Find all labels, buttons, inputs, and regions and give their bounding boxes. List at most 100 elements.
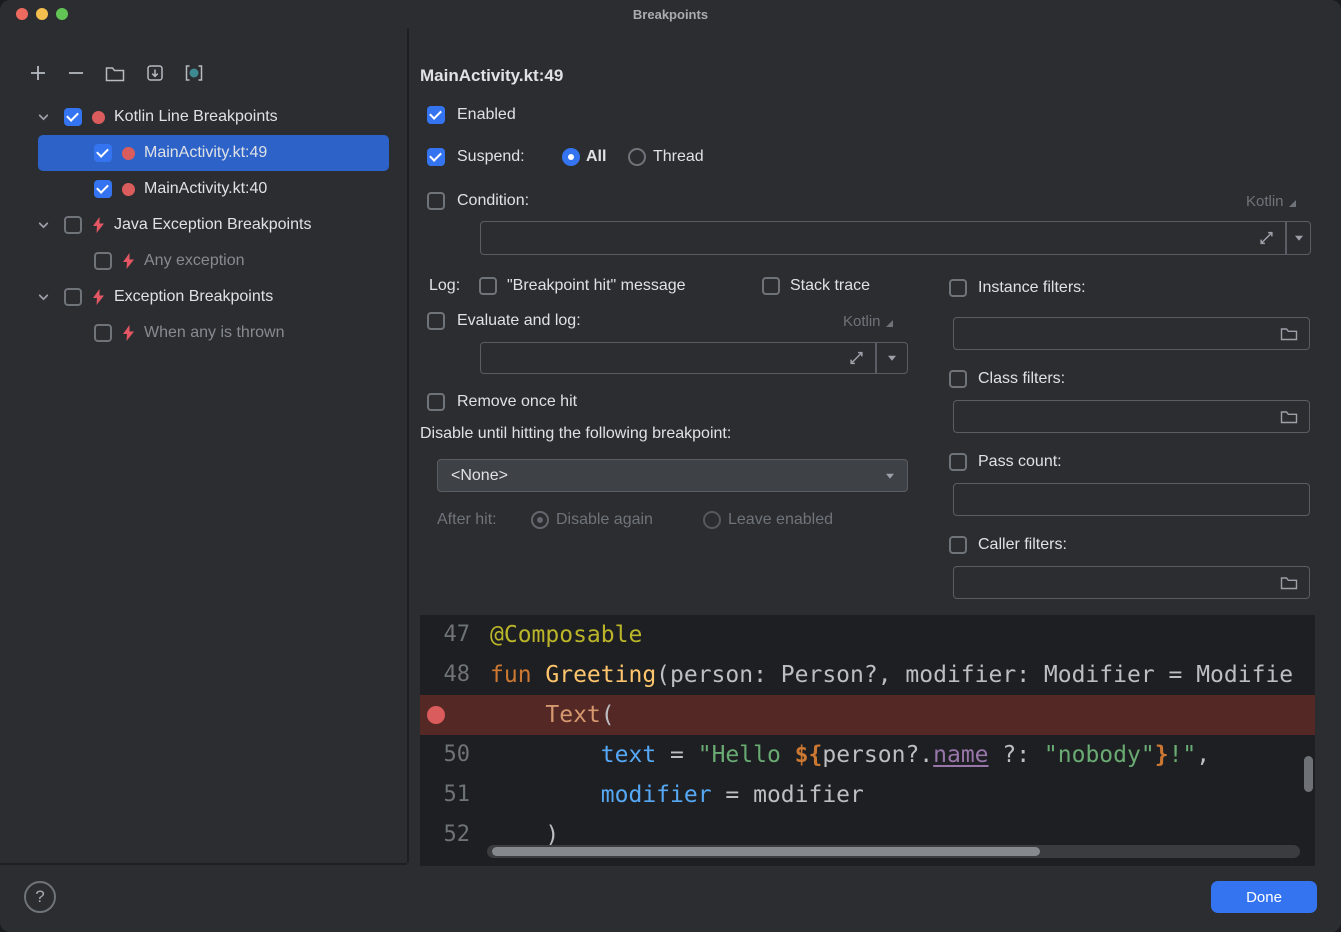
suspend-thread-label[interactable]: Thread [653, 148, 704, 166]
suspend-checkbox[interactable] [427, 148, 445, 166]
condition-input[interactable] [480, 221, 1286, 255]
disable-until-label: Disable until hitting the following brea… [420, 425, 731, 443]
breakpoints-dialog: Breakpoints Kotlin Line Breakpoints Main… [0, 0, 1341, 932]
caller-filters-checkbox[interactable] [949, 536, 967, 554]
chevron-down-icon [1295, 236, 1303, 241]
tree-item-exception-breakpoints[interactable]: Exception Breakpoints [16, 279, 398, 315]
enabled-checkbox[interactable] [427, 106, 445, 124]
suspend-label: Suspend: [457, 148, 525, 166]
suspend-all-radio[interactable] [562, 148, 580, 166]
evaluate-history-dropdown[interactable] [876, 342, 908, 374]
stack-trace-checkbox[interactable] [762, 277, 780, 295]
disable-until-dropdown[interactable]: <None> [437, 459, 908, 492]
tree-item-mainactivity-40[interactable]: MainActivity.kt:40 [16, 171, 398, 207]
pass-count-checkbox[interactable] [949, 453, 967, 471]
exception-breakpoint-icon [122, 325, 135, 341]
disable-again-radio[interactable] [531, 511, 549, 529]
evaluate-and-log-checkbox[interactable] [427, 312, 445, 330]
class-filters-label: Class filters: [978, 370, 1065, 388]
remove-breakpoint-button[interactable] [65, 62, 87, 84]
enabled-label: Enabled [457, 106, 516, 124]
leave-enabled-label: Leave enabled [728, 511, 833, 529]
tree-item-any-exception[interactable]: Any exception [16, 243, 398, 279]
help-button[interactable]: ? [24, 881, 56, 913]
evaluate-language-chooser[interactable]: Kotlin [843, 313, 893, 330]
line-number [420, 695, 486, 735]
line-number: 51 [420, 775, 486, 815]
suspend-all-label[interactable]: All [586, 148, 606, 166]
window-title: Breakpoints [0, 7, 1341, 22]
tree-item-label: MainActivity.kt:40 [144, 180, 267, 198]
panel-divider [0, 863, 407, 865]
done-button[interactable]: Done [1211, 881, 1317, 913]
code-line: 51 modifier = modifier [420, 775, 1315, 815]
code-text: fun Greeting(person: Person?, modifier: … [486, 655, 1293, 695]
chevron-down-icon[interactable] [36, 218, 50, 232]
suspend-thread-radio[interactable] [628, 148, 646, 166]
log-label: Log: [429, 277, 460, 295]
checkbox[interactable] [94, 324, 112, 342]
remove-once-hit-label: Remove once hit [457, 393, 577, 411]
caller-filters-input[interactable] [953, 566, 1310, 599]
checkbox[interactable] [64, 288, 82, 306]
condition-history-dropdown[interactable] [1286, 221, 1311, 255]
evaluate-and-log-label: Evaluate and log: [457, 312, 581, 330]
chevron-down-icon[interactable] [36, 290, 50, 304]
expand-editor-icon[interactable] [1259, 231, 1274, 246]
remove-once-hit-checkbox[interactable] [427, 393, 445, 411]
folder-icon[interactable] [1280, 326, 1298, 341]
line-number: 52 [420, 815, 486, 855]
corner-triangle-icon [1289, 200, 1296, 207]
move-into-group-button[interactable] [144, 62, 166, 84]
tree-item-mainactivity-49[interactable]: MainActivity.kt:49 [16, 135, 398, 171]
group-by-class-button[interactable] [183, 62, 205, 84]
disable-until-value: <None> [451, 467, 508, 485]
vertical-scrollbar[interactable] [1304, 756, 1313, 792]
disable-again-label: Disable again [556, 511, 653, 529]
checkbox[interactable] [94, 144, 112, 162]
tree-item-label: Kotlin Line Breakpoints [114, 108, 278, 126]
checkbox[interactable] [64, 216, 82, 234]
exception-breakpoint-icon [92, 217, 105, 233]
corner-triangle-icon [886, 320, 893, 327]
folder-icon[interactable] [1280, 575, 1298, 590]
tree-item-label: When any is thrown [144, 324, 285, 342]
group-by-folder-button[interactable] [104, 62, 126, 84]
tree-item-kotlin-line-breakpoints[interactable]: Kotlin Line Breakpoints [16, 99, 398, 135]
checkbox[interactable] [64, 108, 82, 126]
evaluate-input[interactable] [480, 342, 876, 374]
folder-icon[interactable] [1280, 409, 1298, 424]
tree-item-label: MainActivity.kt:49 [144, 144, 267, 162]
tree-item-when-any-is-thrown[interactable]: When any is thrown [16, 315, 398, 351]
code-text: Text( [486, 695, 615, 735]
leave-enabled-radio[interactable] [703, 511, 721, 529]
horizontal-scrollbar-thumb[interactable] [492, 847, 1040, 856]
class-filters-checkbox[interactable] [949, 370, 967, 388]
chevron-down-icon[interactable] [36, 110, 50, 124]
line-number: 48 [420, 655, 486, 695]
instance-filters-checkbox[interactable] [949, 279, 967, 297]
breakpoint-dot-icon[interactable] [427, 706, 445, 724]
code-preview: 47@Composable48fun Greeting(person: Pers… [420, 615, 1315, 866]
code-line: Text( [420, 695, 1315, 735]
checkbox[interactable] [94, 252, 112, 270]
plus-icon [29, 64, 47, 82]
pass-count-input[interactable] [953, 483, 1310, 516]
line-number: 47 [420, 615, 486, 655]
log-message-checkbox[interactable] [479, 277, 497, 295]
line-breakpoint-icon [92, 111, 105, 124]
condition-language-chooser[interactable]: Kotlin [1246, 193, 1296, 210]
add-breakpoint-button[interactable] [27, 62, 49, 84]
titlebar: Breakpoints [0, 0, 1341, 28]
condition-label: Condition: [457, 192, 529, 210]
class-filters-input[interactable] [953, 400, 1310, 433]
expand-editor-icon[interactable] [849, 351, 864, 366]
chevron-down-icon [886, 473, 894, 478]
panel-divider [407, 28, 409, 863]
exception-breakpoint-icon [92, 289, 105, 305]
tree-item-label: Any exception [144, 252, 245, 270]
tree-item-java-exception-breakpoints[interactable]: Java Exception Breakpoints [16, 207, 398, 243]
condition-checkbox[interactable] [427, 192, 445, 210]
checkbox[interactable] [94, 180, 112, 198]
instance-filters-input[interactable] [953, 317, 1310, 350]
